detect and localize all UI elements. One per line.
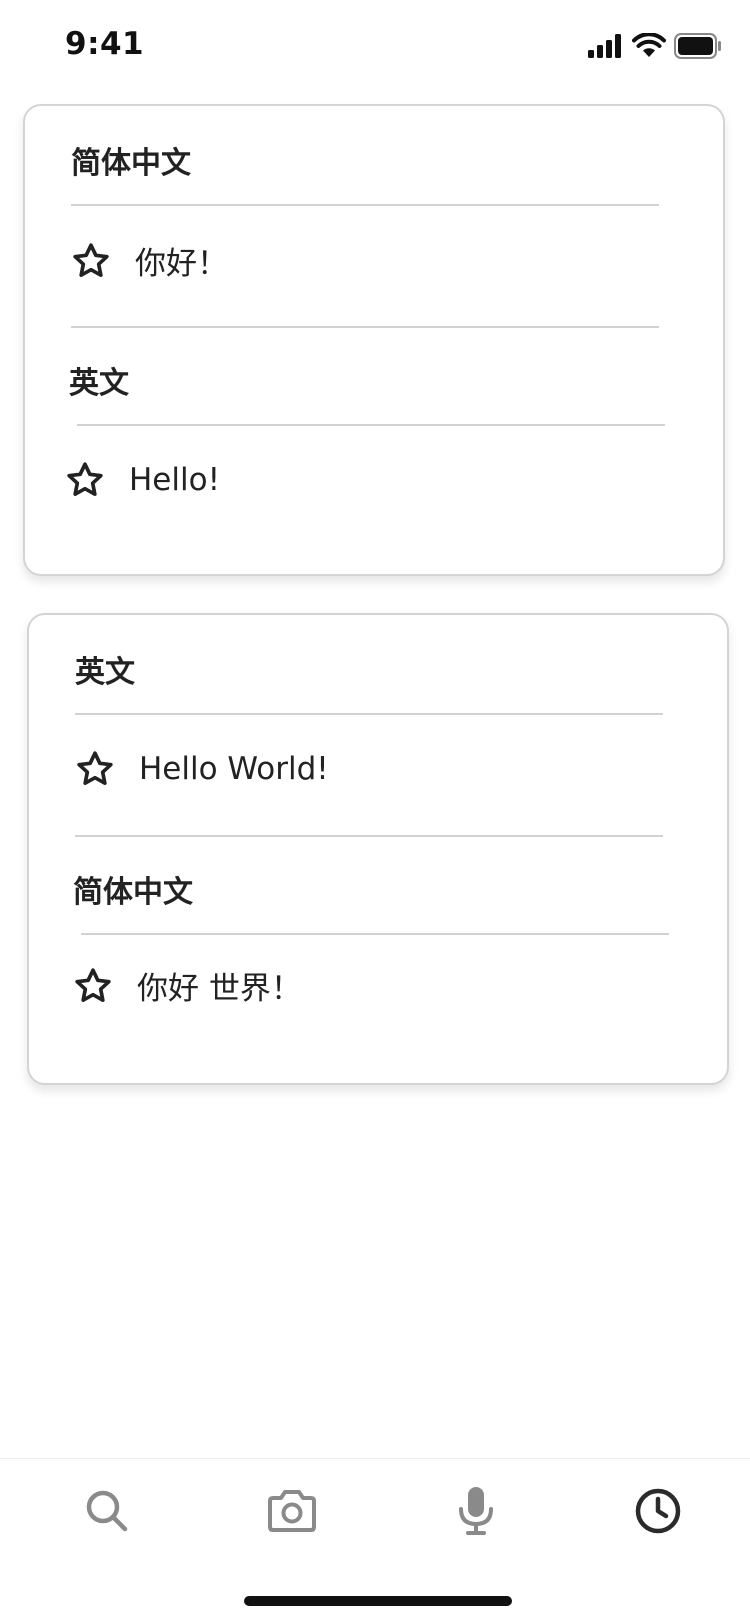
target-text: Hello! bbox=[129, 462, 221, 498]
divider bbox=[71, 326, 659, 328]
source-language-label: 英文 bbox=[75, 655, 135, 690]
target-language-label: 简体中文 bbox=[73, 875, 193, 910]
status-icons bbox=[588, 32, 722, 60]
translation-card[interactable]: 英文 Hello World! 简体中文 你好 世界！ bbox=[27, 613, 729, 1085]
target-text: 你好 世界！ bbox=[137, 971, 302, 1007]
divider bbox=[77, 424, 665, 426]
cellular-signal-icon bbox=[588, 34, 621, 58]
phrase-row: 你好 世界！ bbox=[73, 963, 302, 1008]
status-bar: 9:41 bbox=[0, 0, 750, 92]
history-clock-icon bbox=[635, 1488, 681, 1534]
source-text: Hello World! bbox=[139, 751, 329, 787]
star-icon[interactable] bbox=[65, 460, 105, 500]
phrase-row: Hello World! bbox=[75, 749, 329, 789]
phrase-row: 你好！ bbox=[71, 238, 228, 283]
microphone-icon bbox=[459, 1487, 493, 1535]
camera-icon bbox=[268, 1490, 316, 1532]
phrase-row: Hello! bbox=[65, 460, 220, 500]
status-time: 9:41 bbox=[65, 26, 145, 62]
search-icon bbox=[86, 1490, 128, 1532]
wifi-icon bbox=[632, 33, 666, 57]
divider bbox=[71, 204, 659, 206]
source-language-label: 简体中文 bbox=[71, 146, 191, 181]
home-indicator bbox=[244, 1596, 512, 1606]
star-icon[interactable] bbox=[73, 966, 113, 1006]
translation-card[interactable]: 简体中文 你好！ 英文 Hello! bbox=[23, 104, 725, 576]
tab-history[interactable] bbox=[628, 1481, 688, 1541]
tab-voice[interactable] bbox=[446, 1481, 506, 1541]
source-text: 你好！ bbox=[135, 246, 228, 282]
divider bbox=[75, 835, 663, 837]
battery-icon bbox=[674, 33, 721, 59]
divider bbox=[81, 933, 669, 935]
star-icon[interactable] bbox=[75, 749, 115, 789]
star-icon[interactable] bbox=[71, 241, 111, 281]
tab-camera[interactable] bbox=[262, 1481, 322, 1541]
tab-search[interactable] bbox=[77, 1481, 137, 1541]
divider bbox=[75, 713, 663, 715]
target-language-label: 英文 bbox=[69, 366, 129, 401]
